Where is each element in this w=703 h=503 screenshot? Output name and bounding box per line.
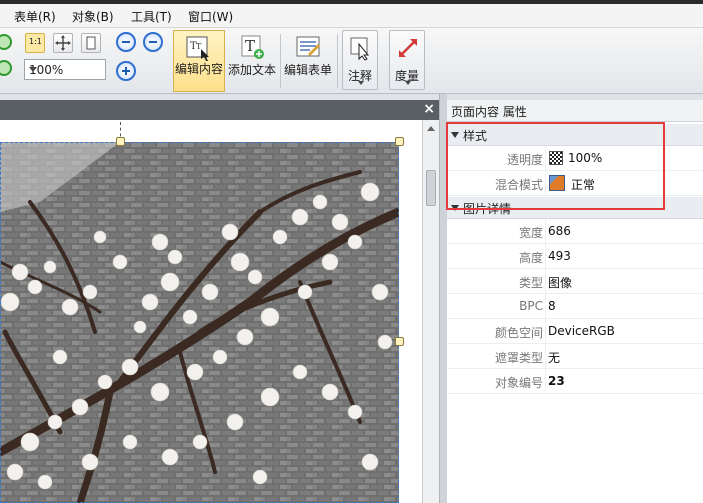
toolbar-separator xyxy=(280,34,281,88)
zoom-select[interactable]: 100% xyxy=(24,59,106,80)
prop-row-type[interactable]: 类型 图像 xyxy=(447,269,703,294)
annotate-button[interactable]: 注释 xyxy=(342,30,378,90)
prop-row-height[interactable]: 高度 493 xyxy=(447,244,703,269)
resize-handle-top-right[interactable] xyxy=(395,137,404,146)
add-text-icon: T xyxy=(241,35,264,59)
prop-row-object-number[interactable]: 对象编号 23 xyxy=(447,369,703,394)
menu-bar: 表单(R) 对象(B) 工具(T) 窗口(W) xyxy=(0,4,703,28)
chevron-down-icon xyxy=(405,81,411,85)
fit-page-button[interactable] xyxy=(53,33,73,53)
document-tab-bar: × xyxy=(0,100,439,120)
zoom-out-icon[interactable] xyxy=(143,32,163,52)
menu-form[interactable]: 表单(R) xyxy=(14,8,56,25)
document-canvas[interactable] xyxy=(0,120,422,503)
edit-content-button[interactable]: TT 编辑内容 xyxy=(173,30,225,92)
svg-text:T: T xyxy=(245,37,255,55)
menu-tools[interactable]: 工具(T) xyxy=(131,8,172,25)
document-vertical-scrollbar[interactable] xyxy=(422,120,439,503)
rotate-left-icon[interactable] xyxy=(0,34,12,50)
panel-title: 页面内容 属性 xyxy=(447,100,703,122)
edit-form-button[interactable]: 编辑表单 xyxy=(283,30,333,92)
zoom-in-icon[interactable] xyxy=(116,61,136,81)
edit-content-label: 编辑内容 xyxy=(174,62,223,76)
edit-form-icon xyxy=(296,36,320,57)
measure-button[interactable]: 度量 xyxy=(389,30,425,90)
scroll-up-icon[interactable] xyxy=(427,126,435,131)
scroll-thumb[interactable] xyxy=(426,170,436,206)
prop-row-mask-type[interactable]: 遮罩类型 无 xyxy=(447,344,703,369)
close-icon[interactable]: × xyxy=(423,101,435,117)
prop-row-bpc[interactable]: BPC 8 xyxy=(447,294,703,319)
toolbar: 1:1 100% TT 编辑内容 T 添加文本 编辑表单 注释 度量 xyxy=(0,28,703,94)
image-selection-box xyxy=(0,142,399,503)
chevron-down-icon xyxy=(358,81,364,85)
fit-width-icon xyxy=(86,36,96,50)
menu-window[interactable]: 窗口(W) xyxy=(188,8,233,25)
fit-width-button[interactable] xyxy=(81,33,101,53)
prop-row-color-space[interactable]: 颜色空间 DeviceRGB xyxy=(447,319,703,344)
add-text-button[interactable]: T 添加文本 xyxy=(227,30,277,92)
menu-object[interactable]: 对象(B) xyxy=(72,8,114,25)
rotate-right-icon[interactable] xyxy=(0,60,12,76)
red-highlight-box xyxy=(446,122,665,210)
measure-icon xyxy=(399,39,417,57)
edit-content-icon: TT xyxy=(186,36,209,61)
fit-page-icon xyxy=(55,35,71,51)
chevron-down-icon xyxy=(29,67,37,72)
toolbar-separator xyxy=(337,34,338,88)
actual-size-button[interactable]: 1:1 xyxy=(25,33,45,53)
add-text-label: 添加文本 xyxy=(227,63,276,77)
resize-handle-top[interactable] xyxy=(116,137,125,146)
prop-row-width[interactable]: 宽度 686 xyxy=(447,219,703,244)
zoom-region-icon[interactable] xyxy=(116,32,136,52)
resize-handle-right[interactable] xyxy=(395,337,404,346)
annotate-icon xyxy=(350,37,370,61)
edit-form-label: 编辑表单 xyxy=(283,63,332,77)
